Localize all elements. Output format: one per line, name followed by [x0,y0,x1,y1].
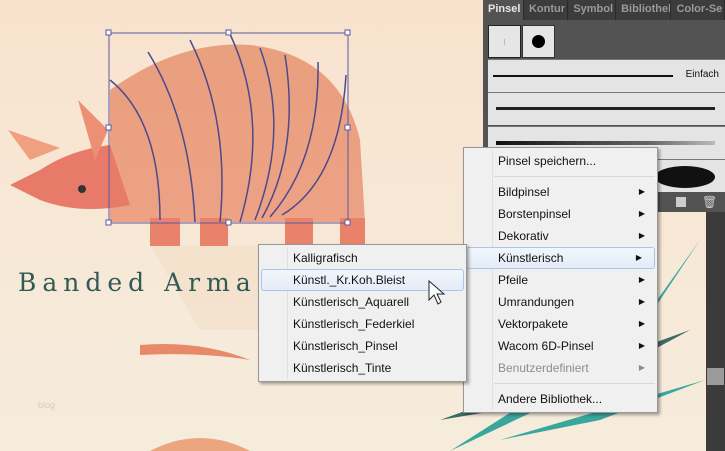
trash-icon[interactable]: 🗑 [702,195,717,209]
menu-item-label: Pinsel speichern... [498,154,597,168]
menu-item-label: Künstl._Kr.Koh.Bleist [293,273,406,287]
menu-separator [494,383,655,384]
menu-item-bildpinsel[interactable]: Bildpinsel ▶ [464,181,657,203]
brush-library-menu: Pinsel speichern... Bildpinsel ▶ Borstenp… [463,147,658,413]
submenu-arrow-icon: ▶ [638,231,645,240]
submenu-arrow-icon: ▶ [638,187,645,196]
menu-item-label: Künstlerisch_Aquarell [293,295,410,309]
menu-item-label: Künstlerisch_Tinte [293,361,392,375]
menu-item-label: Kalligrafisch [293,251,358,265]
menu-item-borstenpinsel[interactable]: Borstenpinsel ▶ [464,203,657,225]
submenu-item-kalligrafisch[interactable]: Kalligrafisch [259,247,466,269]
menu-item-dekorativ[interactable]: Dekorativ ▶ [464,225,657,247]
vertical-scrollbar[interactable] [706,212,725,451]
menu-item-andere-bibliothek[interactable]: Andere Bibliothek... [464,388,657,410]
menu-item-umrandungen[interactable]: Umrandungen ▶ [464,291,657,313]
menu-item-pinsel-speichern[interactable]: Pinsel speichern... [464,150,657,172]
menu-item-label: Wacom 6D-Pinsel [498,339,594,353]
watermark-text: blog [38,400,56,410]
submenu-arrow-icon: ▶ [638,341,645,350]
menu-item-kuenstlerisch[interactable]: Künstlerisch ▶ [466,247,655,269]
menu-item-label: Künstlerisch_Pinsel [293,339,398,353]
brush-einfach[interactable]: Einfach [488,59,725,92]
menu-item-label: Künstlerisch_Federkiel [293,317,415,331]
tab-color[interactable]: Color-Se [671,0,725,20]
tab-kontur[interactable]: Kontur [524,0,569,20]
menu-item-label: Pfeile [498,273,529,287]
panel-tabs: Pinsel Kontur Symbol Bibliothek Color-Se [483,0,725,20]
brush-swatch-thin[interactable] [488,25,521,58]
mouse-cursor-icon [428,280,446,305]
artwork-title: Banded Armad [18,268,279,297]
tab-bibliothek[interactable]: Bibliothek [616,0,672,20]
menu-item-label: Benutzerdefiniert [498,361,589,375]
submenu-arrow-icon: ▶ [638,319,645,328]
menu-item-vektorpakete[interactable]: Vektorpakete ▶ [464,313,657,335]
submenu-item-federkiel[interactable]: Künstlerisch_Federkiel [259,313,466,335]
scrollbar-thumb[interactable] [707,368,724,385]
tab-pinsel[interactable]: Pinsel [483,0,524,20]
submenu-item-pinsel[interactable]: Künstlerisch_Pinsel [259,335,466,357]
tab-symbol[interactable]: Symbol [568,0,617,20]
menu-item-label: Bildpinsel [498,185,550,199]
menu-item-label: Umrandungen [498,295,575,309]
menu-item-label: Andere Bibliothek... [498,392,603,406]
submenu-arrow-icon: ▶ [635,253,642,262]
menu-separator [494,176,655,177]
menu-item-label: Dekorativ [498,229,549,243]
submenu-arrow-icon: ▶ [638,297,645,306]
menu-item-benutzerdefiniert: Benutzerdefiniert ▶ [464,357,657,379]
menu-item-wacom[interactable]: Wacom 6D-Pinsel ▶ [464,335,657,357]
menu-item-label: Borstenpinsel [498,207,571,221]
menu-item-label: Vektorpakete [498,317,569,331]
submenu-arrow-icon: ▶ [638,209,645,218]
menu-item-label: Künstlerisch [498,251,564,265]
submenu-arrow-icon: ▶ [638,363,645,372]
brush-charcoal[interactable] [488,92,725,125]
menu-item-pfeile[interactable]: Pfeile ▶ [464,269,657,291]
submenu-item-tinte[interactable]: Künstlerisch_Tinte [259,357,466,379]
brush-label: Einfach [685,69,719,80]
submenu-arrow-icon: ▶ [638,275,645,284]
kuenstlerisch-submenu: Kalligrafisch Künstl._Kr.Koh.Bleist Küns… [258,244,467,382]
new-brush-icon[interactable] [676,197,686,207]
brush-swatch-round[interactable] [522,25,555,58]
